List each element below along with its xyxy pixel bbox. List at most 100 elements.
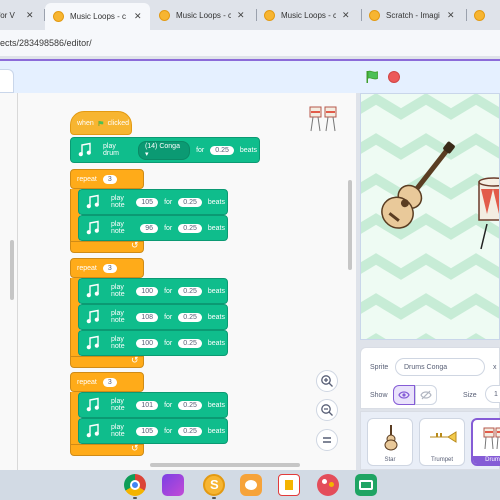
repeat-block[interactable]: repeat 3 [70, 258, 144, 278]
beats-input[interactable]: 0.25 [178, 400, 202, 410]
block-label: repeat [77, 378, 97, 386]
address-bar[interactable]: ects/283498586/editor/ [0, 30, 500, 56]
sprite-card-trumpet[interactable]: Trumpet [419, 418, 465, 466]
play-note-block[interactable]: play note 105 for 0.25 beats [78, 189, 228, 215]
repeat-count-input[interactable]: 3 [102, 377, 117, 387]
play-note-block[interactable]: play note 100 for 0.25 beats [78, 330, 228, 356]
document-app-icon[interactable] [278, 474, 300, 496]
scratch-cat-app-icon[interactable] [240, 474, 262, 496]
scratch-editor-header [0, 61, 500, 93]
repeat-count-input[interactable]: 3 [102, 174, 117, 184]
code-tab[interactable] [0, 69, 14, 93]
when-flag-clicked-block[interactable]: when clicked [70, 111, 132, 135]
sprite-card-drums[interactable]: Drums [471, 418, 500, 466]
block-label: for [196, 146, 205, 154]
tab-title: for V [0, 10, 15, 20]
sprite-name-input[interactable]: Drums Conga [395, 358, 485, 376]
block-label: for [164, 427, 173, 435]
block-label: beats [207, 401, 225, 409]
trumpet-thumbnail-icon [430, 431, 457, 443]
close-icon[interactable]: ✕ [134, 11, 142, 22]
beats-input[interactable]: 0.25 [178, 426, 202, 436]
close-icon[interactable]: ✕ [447, 10, 455, 21]
zoom-in-icon[interactable] [316, 370, 338, 392]
play-note-block[interactable]: play note 108 for 0.25 beats [78, 304, 228, 330]
beats-input[interactable]: 0.25 [178, 197, 202, 207]
zoom-reset-icon[interactable] [316, 429, 338, 451]
browser-tab[interactable] [470, 4, 500, 26]
browser-tab[interactable]: Music Loops - c ✕ [260, 4, 360, 26]
drum-value: (14) Conga [144, 142, 180, 150]
code-vertical-scrollbar[interactable] [348, 180, 352, 270]
repeat-count-input[interactable]: 3 [102, 263, 117, 273]
sprite-card-star[interactable]: Star [367, 418, 413, 466]
drum-dropdown[interactable]: (14) Conga ▾ [137, 140, 191, 160]
stage-backdrop [361, 94, 499, 339]
note-input[interactable]: 105 [136, 426, 159, 436]
beats-input[interactable]: 0.25 [178, 312, 202, 322]
music-note-icon [86, 335, 99, 350]
code-horizontal-scrollbar[interactable] [150, 463, 300, 467]
note-input[interactable]: 101 [136, 400, 159, 410]
close-icon[interactable]: ✕ [237, 10, 245, 21]
beats-input[interactable]: 0.25 [178, 223, 202, 233]
play-drum-block[interactable]: play drum (14) Conga ▾ for 0.25 beats [70, 137, 260, 163]
play-note-block[interactable]: play note 100 for 0.25 beats [78, 278, 228, 304]
play-note-block[interactable]: play note 96 for 0.25 beats [78, 215, 228, 241]
browser-tab[interactable]: for V ✕ [0, 4, 42, 26]
tab-title: Music Loops - c [281, 10, 336, 20]
close-icon[interactable]: ✕ [26, 10, 34, 21]
note-input[interactable]: 105 [136, 197, 159, 207]
media-app-icon[interactable] [162, 474, 184, 496]
sprite-name: Star [384, 457, 396, 463]
loop-arrow-icon: ↺ [131, 240, 139, 250]
block-label: repeat [77, 175, 97, 183]
browser-tab[interactable]: Scratch - Imagi ✕ [365, 4, 465, 26]
scratch-favicon-icon [53, 11, 64, 22]
classroom-app-icon[interactable] [355, 474, 377, 496]
beats-input[interactable]: 0.25 [178, 338, 202, 348]
block-label: beats [207, 224, 225, 232]
scratch-favicon-icon [369, 9, 380, 21]
drum-sprite-icon [309, 106, 337, 132]
sprite-name-value: Drums Conga [404, 363, 448, 371]
block-label: beats [239, 146, 257, 154]
green-flag-icon [98, 120, 103, 126]
code-area[interactable]: when clicked play drum (14) Conga ▾ for … [18, 93, 356, 470]
show-label: Show [370, 392, 388, 399]
sprite-list: Star Trumpet Drums [360, 411, 500, 470]
browser-tab-active[interactable]: Music Loops - c ✕ [45, 3, 150, 30]
category-scrollbar[interactable] [10, 240, 14, 300]
block-label: beats [207, 427, 225, 435]
repeat-block[interactable]: repeat 3 [70, 169, 144, 189]
green-flag-icon[interactable] [365, 70, 379, 84]
note-input[interactable]: 100 [136, 286, 159, 296]
block-label: clicked [107, 119, 129, 127]
show-visible-button[interactable] [393, 385, 415, 405]
music-note-icon [86, 397, 99, 412]
browser-tab[interactable]: Music Loops - c ✕ [155, 4, 255, 26]
note-input[interactable]: 100 [136, 338, 159, 348]
repeat-block[interactable]: repeat 3 [70, 372, 144, 392]
eye-hidden-icon [420, 390, 432, 400]
block-label: beats [207, 313, 225, 321]
close-icon[interactable]: ✕ [342, 10, 350, 21]
scratch-app-icon[interactable]: S [203, 474, 225, 496]
block-label: for [164, 224, 173, 232]
zoom-out-icon[interactable] [316, 399, 338, 421]
note-input[interactable]: 96 [140, 223, 159, 233]
beats-input[interactable]: 0.25 [178, 286, 202, 296]
note-input[interactable]: 108 [136, 312, 159, 322]
tab-title: Music Loops - c [70, 12, 127, 21]
palette-app-icon[interactable] [317, 474, 339, 496]
play-note-block[interactable]: play note 101 for 0.25 beats [78, 392, 228, 418]
play-note-block[interactable]: play note 105 for 0.25 beats [78, 418, 228, 444]
stage[interactable] [360, 93, 500, 340]
block-label: play note [111, 336, 125, 350]
music-note-icon [86, 309, 99, 324]
chrome-app-icon[interactable] [124, 474, 146, 496]
beats-input[interactable]: 0.25 [210, 145, 234, 155]
stop-icon[interactable] [388, 71, 400, 83]
size-input[interactable]: 1 [485, 385, 500, 403]
show-hidden-button[interactable] [415, 385, 437, 405]
